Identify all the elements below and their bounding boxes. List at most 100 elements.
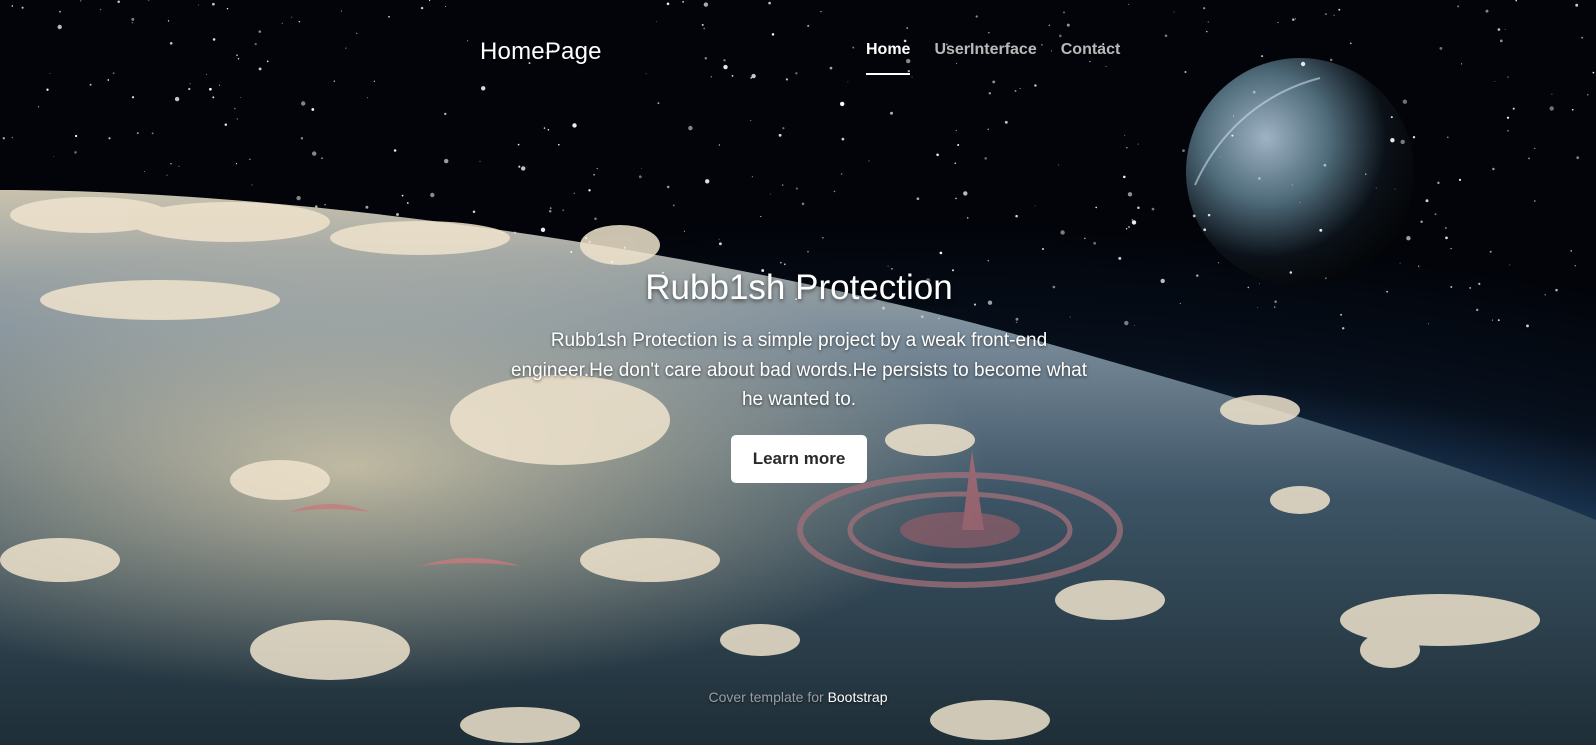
star (1450, 286, 1453, 288)
star (1063, 11, 1065, 14)
star (701, 23, 704, 26)
star (258, 30, 262, 33)
star (1261, 55, 1264, 58)
star (467, 40, 469, 42)
star (623, 246, 626, 249)
star (1507, 129, 1509, 132)
star (963, 191, 968, 196)
star (1060, 230, 1065, 235)
star (1526, 324, 1529, 328)
star (975, 15, 978, 18)
star (1258, 283, 1260, 285)
star (1196, 274, 1199, 277)
star (966, 217, 969, 219)
star (1133, 325, 1135, 326)
star (131, 17, 135, 21)
star (1217, 262, 1219, 264)
star (1206, 30, 1208, 33)
star (1349, 42, 1352, 45)
star (906, 27, 909, 30)
star (771, 33, 775, 36)
star (1124, 134, 1126, 136)
learn-more-button[interactable]: Learn more (730, 434, 868, 483)
star (108, 137, 111, 140)
star (1497, 319, 1500, 321)
star (573, 192, 575, 194)
star (1291, 184, 1293, 186)
star (1394, 188, 1396, 190)
star (237, 58, 240, 60)
star (314, 205, 318, 208)
star (1324, 277, 1327, 280)
star (1534, 147, 1536, 149)
star (254, 42, 257, 46)
star (11, 136, 14, 139)
star (718, 238, 720, 240)
star (1576, 156, 1580, 160)
star (1534, 200, 1536, 202)
star (657, 102, 660, 105)
star (954, 162, 957, 165)
star (645, 73, 647, 75)
star (1289, 271, 1293, 274)
star (638, 175, 642, 179)
star (666, 185, 670, 189)
star (324, 203, 326, 206)
star (321, 157, 323, 159)
star (1445, 227, 1447, 229)
star (1402, 99, 1408, 104)
star (1324, 13, 1327, 16)
nav-contact[interactable]: Contact (1061, 41, 1121, 75)
star (1118, 256, 1122, 260)
star (1127, 192, 1133, 197)
star (543, 127, 546, 129)
star (218, 84, 221, 86)
nav-home[interactable]: Home (866, 41, 911, 75)
star (1257, 307, 1259, 308)
star (731, 75, 734, 77)
star (562, 209, 564, 211)
star (1528, 157, 1530, 160)
star (189, 83, 191, 85)
star (750, 120, 752, 122)
star (1004, 120, 1008, 124)
star (430, 192, 435, 198)
star (1574, 265, 1576, 267)
star (1428, 323, 1429, 325)
star (572, 123, 577, 128)
star (481, 86, 486, 91)
star (868, 160, 870, 162)
star (596, 167, 598, 170)
star (557, 143, 560, 146)
nav-userinterface[interactable]: UserInterface (934, 41, 1036, 75)
star (136, 132, 139, 135)
star (1124, 320, 1129, 326)
star (2, 137, 5, 140)
star (1478, 282, 1481, 285)
star (1220, 156, 1222, 158)
star (445, 5, 447, 8)
star (333, 80, 336, 82)
star (1137, 206, 1140, 210)
star (1485, 9, 1489, 13)
star (807, 24, 810, 27)
star (957, 144, 960, 146)
star (780, 261, 782, 264)
brand-title[interactable]: HomePage (480, 38, 602, 66)
star (1125, 228, 1128, 230)
star (1273, 306, 1276, 308)
bootstrap-link[interactable]: Bootstrap (828, 689, 888, 705)
star (939, 251, 943, 255)
star (1034, 205, 1036, 207)
star (1504, 29, 1506, 30)
star (1292, 18, 1295, 21)
star (340, 10, 342, 12)
star (89, 83, 92, 86)
star (1551, 93, 1553, 95)
star (549, 207, 552, 209)
star (593, 173, 596, 176)
star (513, 231, 517, 235)
star (1492, 167, 1495, 171)
hero-lead: Rubb1sh Protection is a simple project b… (478, 326, 1120, 415)
star (911, 76, 913, 78)
